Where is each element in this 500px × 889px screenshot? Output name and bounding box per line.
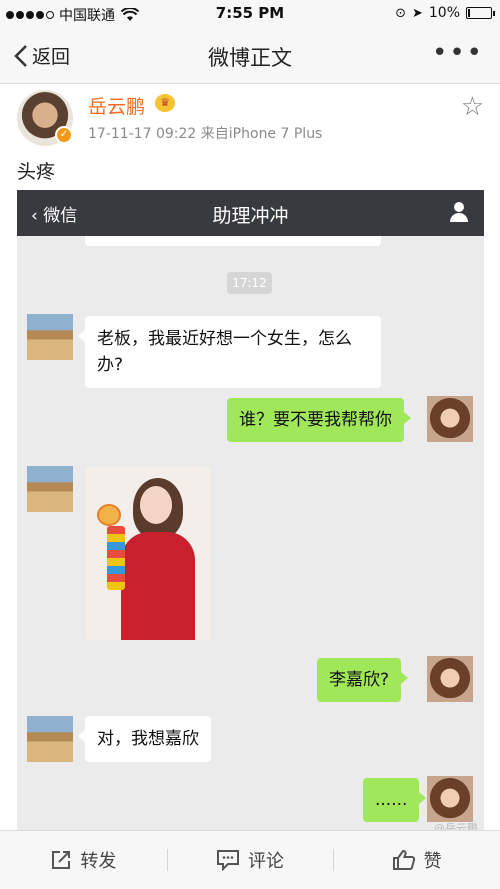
message-bubble: ...... xyxy=(363,778,427,822)
verified-badge-icon: ✓ xyxy=(55,126,73,144)
chat-header: ‹ 微信 助理冲冲 xyxy=(17,190,484,236)
star-icon[interactable]: ☆ xyxy=(461,92,484,122)
message-bubble: 谁？要不要我帮帮你 xyxy=(227,398,411,442)
comment-button[interactable]: 评论 xyxy=(166,831,334,889)
cut-off-bubble xyxy=(85,236,381,246)
person-icon xyxy=(448,201,470,223)
post-text: 头疼 xyxy=(17,161,56,183)
status-bar: 中国联通 7:55 PM ⊙ ➤ 10% xyxy=(0,0,500,28)
status-right: ⊙ ➤ 10% xyxy=(395,5,495,21)
crown-icon: ♛ xyxy=(155,94,175,112)
receiver-avatar xyxy=(427,396,473,442)
sender-avatar xyxy=(27,466,73,512)
nav-bar: 返回 微博正文 ••• xyxy=(0,28,500,84)
action-toolbar: 转发 评论 赞 xyxy=(0,830,500,889)
repost-label: 转发 xyxy=(80,851,117,872)
repost-button[interactable]: 转发 xyxy=(0,831,167,889)
message-bubble: 李嘉欣? xyxy=(317,658,409,702)
like-button[interactable]: 赞 xyxy=(333,831,500,889)
comment-label: 评论 xyxy=(248,851,284,872)
chat-title: 助理冲冲 xyxy=(212,205,289,227)
message-bubble: 老板，我最近好想一个女生，怎么办? xyxy=(78,316,381,388)
like-label: 赞 xyxy=(423,851,442,872)
sender-avatar xyxy=(27,314,73,360)
repost-icon xyxy=(52,851,71,869)
battery-label: 10% xyxy=(428,5,460,21)
battery-icon xyxy=(466,7,495,19)
page-title: 微博正文 xyxy=(208,46,292,70)
chat-timestamp: 17:12 xyxy=(227,272,272,294)
post-meta: 17-11-17 09:22 来自iPhone 7 Plus xyxy=(88,126,323,142)
receiver-avatar xyxy=(427,776,473,822)
sender-avatar xyxy=(27,716,73,762)
post-image[interactable]: ‹ 微信 助理冲冲 17:12 老板，我最近好想一个女生，怎么办? 谁？要不要我… xyxy=(17,190,484,830)
comment-icon xyxy=(217,850,239,871)
receiver-avatar xyxy=(427,656,473,702)
rotation-lock-icon: ⊙ xyxy=(395,5,406,21)
like-icon xyxy=(392,849,415,870)
message-bubble: 对，我想嘉欣 xyxy=(78,716,211,762)
location-icon: ➤ xyxy=(411,5,423,21)
username[interactable]: 岳云鹏 xyxy=(88,92,145,119)
more-icon[interactable]: ••• xyxy=(432,38,484,68)
message-photo xyxy=(85,466,211,640)
